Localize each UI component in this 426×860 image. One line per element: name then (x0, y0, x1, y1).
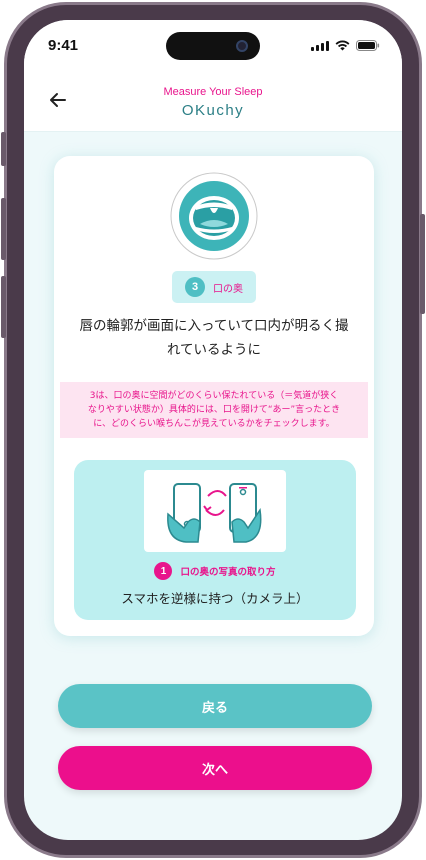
back-button[interactable]: 戻る (58, 684, 372, 728)
app-screen: 9:41 Measure Your Sleep OKuchy 3 口の奥 唇の輪… (24, 20, 402, 840)
instruction-line-1: 唇の輪郭が画面に入っていて口内が明るく撮 (79, 318, 349, 334)
guide-card: 3 口の奥 唇の輪郭が画面に入っていて口内が明るく撮 れているように 3は、口の… (54, 156, 374, 636)
front-camera-icon (236, 40, 248, 52)
note-line-1: 3は、口の奥に空間がどのくらい保たれている（＝気道が狭く (89, 391, 339, 401)
instruction-line-2: れているように (166, 342, 262, 358)
brand-logo: OKuchy (181, 102, 245, 119)
status-time: 9:41 (48, 37, 79, 54)
instruction-text: 唇の輪郭が画面に入っていて口内が明るく撮 れているように (66, 314, 362, 362)
step-label: 口の奥 (213, 283, 243, 295)
volume-up-button (1, 198, 6, 260)
cellular-signal-icon (311, 41, 329, 51)
power-button (420, 214, 425, 314)
brand-subtitle: Measure Your Sleep (163, 86, 263, 98)
next-button[interactable]: 次へ (58, 746, 372, 790)
explanation-note: 3は、口の奥に空間がどのくらい保たれている（＝気道が狭く なりやすい状態か）具体… (60, 382, 368, 438)
tip-number: 1 (154, 562, 173, 580)
dynamic-island (166, 32, 260, 60)
status-icons (311, 40, 380, 51)
battery-icon (356, 40, 380, 51)
photo-tip-box: 1 口の奥の写真の取り方 スマホを逆様に持つ（カメラ上） (74, 460, 356, 620)
tip-title-row: 1 口の奥の写真の取り方 (74, 562, 356, 580)
wifi-icon (335, 40, 350, 51)
status-bar: 9:41 (24, 20, 402, 72)
step-number: 3 (185, 277, 205, 297)
open-mouth-icon (170, 172, 258, 260)
tip-title: 口の奥の写真の取り方 (180, 567, 276, 578)
rotate-phone-upside-down-icon (167, 483, 262, 543)
note-line-2: なりやすい状態か）具体的には、口を開けて“あー”言ったとき (87, 405, 341, 415)
tip-text: スマホを逆様に持つ（カメラ上） (121, 591, 309, 606)
app-header: Measure Your Sleep OKuchy (24, 72, 402, 132)
phone-side-button (1, 132, 6, 166)
step-badge: 3 口の奥 (172, 271, 256, 303)
volume-down-button (1, 276, 6, 338)
tip-illustration (144, 470, 286, 552)
note-line-3: に、どのくらい喉ちんこが見えているかをチェックします。 (93, 419, 335, 429)
